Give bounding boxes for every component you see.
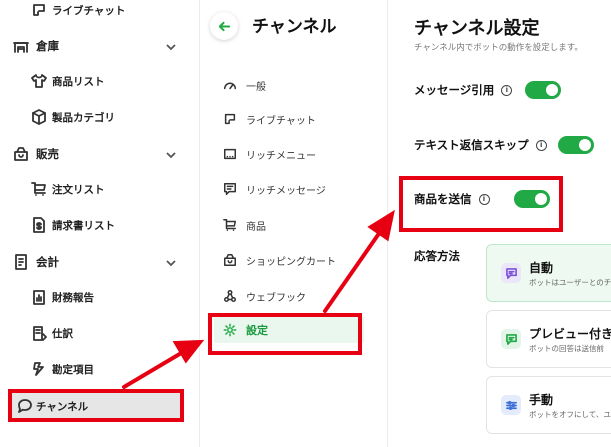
response-card-auto[interactable]: 自動 ボットはユーザーとのチャ	[486, 244, 611, 302]
menu-item-label: ウェブフック	[246, 292, 306, 304]
sidebar-item-label: 財務報告	[52, 291, 94, 304]
sidebar-group-label: 販売	[36, 147, 59, 161]
sidebar-item-label: 請求書リスト	[52, 219, 115, 232]
cube-icon	[30, 108, 48, 126]
page-subtitle: チャンネル内でボットの動作を設定します。	[414, 43, 583, 53]
cart-icon	[222, 217, 238, 233]
setting-skip-text-reply: テキスト返信スキップ i	[414, 133, 547, 157]
preview-icon	[501, 329, 521, 349]
manual-icon	[501, 395, 521, 415]
sidebar-item-product-category[interactable]: 製品カテゴリ	[0, 103, 200, 131]
menu-item-label: ショッピングカート	[246, 256, 336, 268]
card-description: ボットをオフにして、ユー	[529, 410, 611, 419]
menu-item-label: 商品	[246, 221, 266, 233]
channel-menu: チャンネル 一般 ライブチャット リッチメニュー リッチメッセージ 商品 ショッ…	[200, 0, 388, 447]
page-title: チャンネル設定	[414, 18, 540, 39]
card-description: ボットの回答は送信前	[529, 344, 604, 353]
chevron-down-icon[interactable]	[164, 39, 178, 53]
gauge-icon	[222, 77, 238, 93]
sidebar-item-account-items[interactable]: 勘定項目	[0, 355, 200, 383]
journal-icon	[30, 324, 48, 342]
shirt-icon	[30, 72, 48, 90]
sidebar-group-label: 会計	[36, 255, 59, 269]
menu-item-label: リッチメッセージ	[246, 185, 326, 197]
sidebar-group-label: 倉庫	[36, 39, 59, 53]
warehouse-icon	[12, 37, 30, 55]
menu-item-label: ライブチャット	[246, 115, 316, 127]
sidebar-item-invoice-list[interactable]: 請求書リスト	[0, 211, 200, 239]
rich-message-icon	[222, 181, 238, 197]
card-title: 手動	[529, 393, 554, 407]
highlight-channel-box	[8, 389, 184, 422]
shop-icon	[12, 145, 30, 163]
menu-item-webhook[interactable]: ウェブフック	[214, 283, 364, 309]
sidebar-item-live-chat[interactable]: ライブチャット	[0, 0, 200, 24]
invoice-icon	[30, 216, 48, 234]
info-icon[interactable]: i	[535, 139, 547, 151]
chevron-down-icon[interactable]	[164, 147, 178, 161]
menu-item-rich-message[interactable]: リッチメッセージ	[214, 176, 364, 202]
response-card-manual[interactable]: 手動 ボットをオフにして、ユー	[486, 376, 611, 434]
menu-title: チャンネル	[252, 17, 337, 37]
report-icon	[30, 288, 48, 306]
arrow-left-icon	[218, 21, 230, 31]
sidebar-item-label: 仕訳	[52, 327, 73, 340]
sidebar-item-label: 製品カテゴリ	[52, 111, 115, 124]
live-chat-icon	[222, 111, 238, 127]
menu-item-shopping-cart[interactable]: ショッピングカート	[214, 247, 364, 273]
card-description: ボットはユーザーとのチャ	[529, 278, 611, 287]
menu-item-live-chat[interactable]: ライブチャット	[214, 106, 364, 132]
sidebar-group-warehouse[interactable]: 倉庫	[0, 32, 200, 60]
sidebar-item-label: ライブチャット	[52, 4, 126, 17]
sidebar-item-label: 商品リスト	[52, 75, 105, 88]
auto-reply-icon	[501, 263, 521, 283]
highlight-send-product-box	[399, 176, 563, 232]
skip-text-reply-toggle[interactable]	[558, 136, 594, 154]
chevron-down-icon[interactable]	[164, 255, 178, 269]
menu-item-products[interactable]: 商品	[214, 212, 364, 238]
shop-icon	[222, 252, 238, 268]
main-sidebar: ライブチャット 倉庫 商品リスト 製品カテゴリ 販売 注文リスト 請求書リスト …	[0, 0, 200, 447]
info-icon[interactable]: i	[501, 84, 513, 96]
menu-item-label: 一般	[246, 81, 266, 93]
highlight-settings-box	[208, 313, 362, 355]
cart-icon	[30, 180, 48, 198]
card-title: プレビュー付き自	[529, 327, 611, 341]
sidebar-item-journal[interactable]: 仕訳	[0, 319, 200, 347]
sidebar-item-label: 勘定項目	[52, 363, 94, 376]
setting-message-quote: メッセージ引用 i	[414, 78, 513, 102]
account-item-icon	[30, 360, 48, 378]
sidebar-group-sales[interactable]: 販売	[0, 140, 200, 168]
sidebar-group-accounting[interactable]: 会計	[0, 248, 200, 276]
sidebar-item-order-list[interactable]: 注文リスト	[0, 175, 200, 203]
card-title: 自動	[529, 261, 554, 275]
message-quote-toggle[interactable]	[525, 81, 561, 99]
setting-label: テキスト返信スキップ	[414, 138, 529, 152]
setting-label: メッセージ引用	[414, 83, 495, 97]
sidebar-item-product-list[interactable]: 商品リスト	[0, 67, 200, 95]
accounting-icon	[12, 253, 30, 271]
live-chat-icon	[30, 1, 48, 19]
rich-menu-icon	[222, 146, 238, 162]
menu-item-label: リッチメニュー	[246, 150, 316, 162]
sidebar-item-label: 注文リスト	[52, 183, 105, 196]
webhook-icon	[222, 288, 238, 304]
back-button[interactable]	[210, 12, 238, 40]
menu-item-rich-menu[interactable]: リッチメニュー	[214, 141, 364, 167]
menu-item-general[interactable]: 一般	[214, 72, 364, 98]
response-method-label: 応答方法	[414, 249, 460, 263]
sidebar-item-financial-report[interactable]: 財務報告	[0, 283, 200, 311]
response-card-preview[interactable]: プレビュー付き自 ボットの回答は送信前	[486, 310, 611, 368]
